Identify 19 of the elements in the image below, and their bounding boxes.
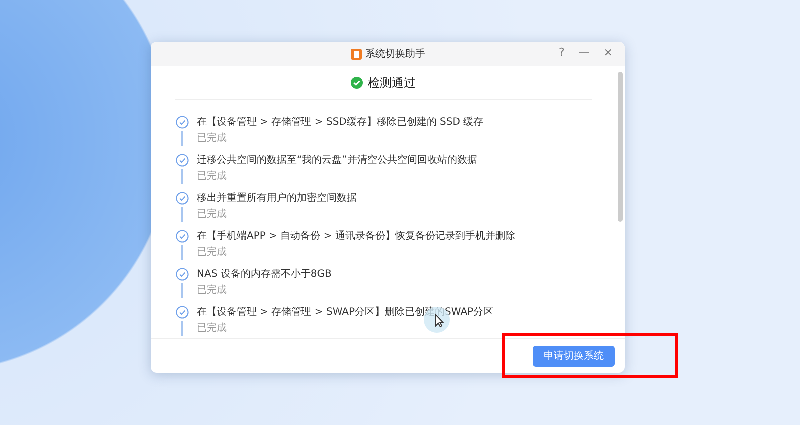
step-status: 已完成	[197, 208, 228, 222]
step-text: 在【设备管理 > 存储管理 > SWAP分区】删除已创建的SWAP分区	[197, 306, 494, 320]
step-text: 在【手机端APP > 自动备份 > 通讯录备份】恢复备份记录到手机并删除	[197, 230, 516, 244]
switch-system-button[interactable]: 申请切换系统	[533, 346, 615, 366]
step-text: 在【设备管理 > 存储管理 > SSD缓存】移除已创建的 SSD 缓存	[197, 116, 484, 130]
minimize-button[interactable]: —	[574, 45, 594, 61]
step-status: 已完成	[197, 132, 228, 146]
help-button[interactable]: ?	[554, 45, 569, 61]
close-button[interactable]: ×	[600, 45, 617, 61]
status-heading: 检测通过	[368, 74, 416, 92]
step-status: 已完成	[197, 322, 228, 336]
step-status: 已完成	[197, 170, 228, 184]
step-text: 移出并重置所有用户的加密空间数据	[197, 192, 357, 206]
step-status: 已完成	[197, 284, 228, 298]
step-status: 已完成	[197, 246, 228, 260]
window-title: 系统切换助手	[366, 48, 426, 62]
step-text: 迁移公共空间的数据至“我的云盘”并清空公共空间回收站的数据	[197, 154, 478, 168]
step-text: NAS 设备的内存需不小于8GB	[197, 268, 332, 282]
app-logo-icon	[350, 48, 362, 60]
